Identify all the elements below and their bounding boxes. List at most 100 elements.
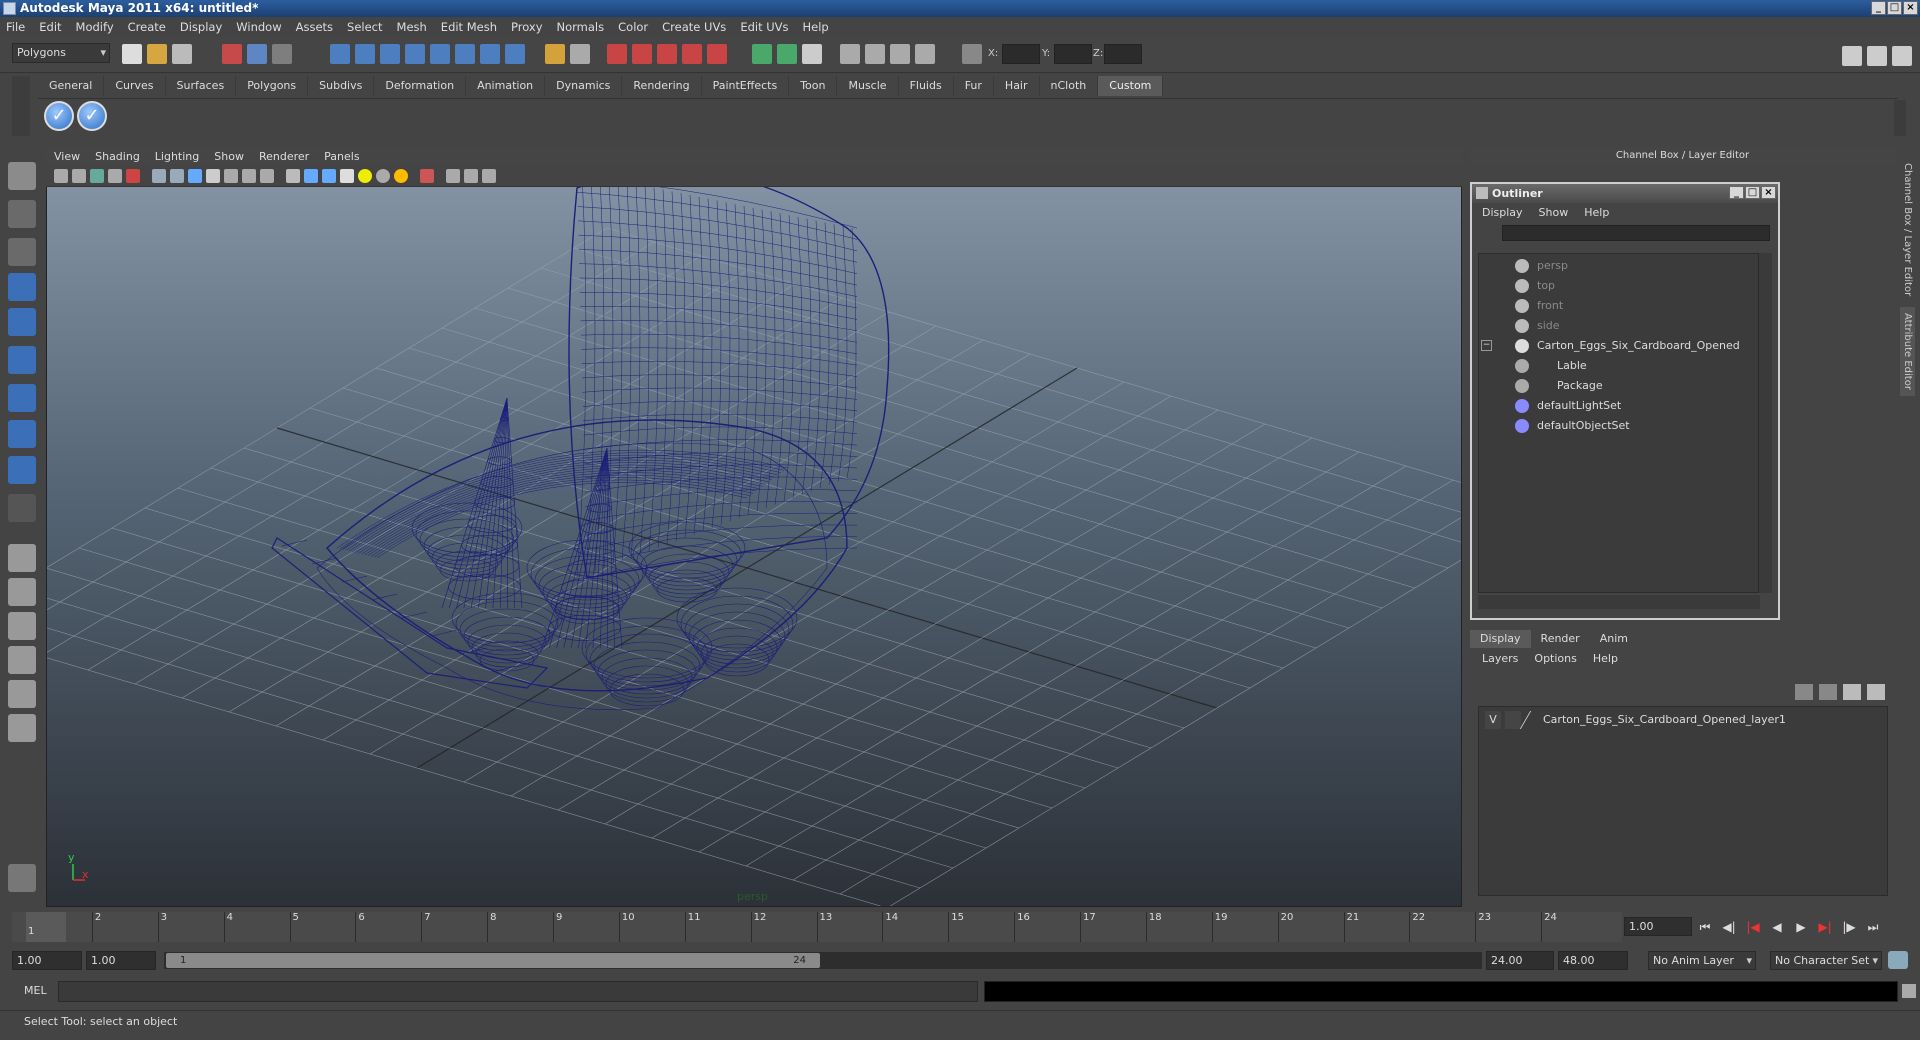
- time-slider[interactable]: 1 12345678910111213141516171819202122232…: [12, 912, 1622, 942]
- snap-grid-icon[interactable]: [330, 44, 350, 64]
- menu-display[interactable]: Display: [180, 20, 222, 34]
- shelf-tab-rendering[interactable]: Rendering: [622, 76, 702, 96]
- playback-end-field[interactable]: 24.00: [1486, 951, 1554, 970]
- rotate-tool-icon[interactable]: [8, 308, 36, 336]
- playback-start-field[interactable]: 1.00: [86, 951, 156, 970]
- hypershade-persp-layout-icon[interactable]: [8, 680, 36, 708]
- layer-menu-options[interactable]: Options: [1534, 652, 1576, 665]
- show-tool-settings-icon[interactable]: [1867, 46, 1887, 66]
- move-layer-down-icon[interactable]: [1819, 684, 1837, 700]
- isolate-select-icon[interactable]: [420, 169, 434, 183]
- graph-persp-layout-icon[interactable]: [8, 646, 36, 674]
- soft-mod-icon[interactable]: [8, 420, 36, 448]
- history-icon[interactable]: [480, 44, 500, 64]
- select-component-icon[interactable]: [272, 44, 292, 64]
- outliner-item[interactable]: top: [1479, 276, 1749, 296]
- layer-menu-help[interactable]: Help: [1593, 652, 1618, 665]
- shelf-tab-fur[interactable]: Fur: [954, 76, 994, 96]
- menu-mesh[interactable]: Mesh: [397, 20, 427, 34]
- y-coord-field[interactable]: [1054, 44, 1092, 64]
- hypershade-icon[interactable]: [682, 44, 702, 64]
- move-tool-icon[interactable]: [8, 273, 36, 301]
- layer-color-swatch[interactable]: [1519, 711, 1543, 729]
- absolute-transform-icon[interactable]: [962, 44, 982, 64]
- camera-attributes-icon[interactable]: [72, 169, 86, 183]
- menu-help[interactable]: Help: [803, 20, 829, 34]
- layer-visibility-toggle[interactable]: V: [1485, 711, 1501, 729]
- shelf-tab-curves[interactable]: Curves: [104, 76, 166, 96]
- use-default-light-icon[interactable]: [358, 169, 372, 183]
- bookmark-icon[interactable]: [90, 169, 104, 183]
- render-view-icon[interactable]: [707, 44, 727, 64]
- menu-proxy[interactable]: Proxy: [511, 20, 543, 34]
- script-editor-icon[interactable]: [1902, 984, 1916, 998]
- x-coord-field[interactable]: [1002, 44, 1040, 64]
- range-slider-track[interactable]: 1 24: [164, 952, 1482, 969]
- panel-menu-lighting[interactable]: Lighting: [155, 150, 199, 163]
- shelf-menu-handle[interactable]: [12, 76, 30, 136]
- attribute-editor-side-tab[interactable]: Attribute Editor: [1900, 307, 1915, 396]
- go-to-end-icon[interactable]: ⏭: [1864, 918, 1882, 936]
- outliner-vertical-scrollbar[interactable]: [1758, 253, 1772, 593]
- outliner-menu-display[interactable]: Display: [1482, 206, 1523, 219]
- xray-joints-icon[interactable]: [464, 169, 478, 183]
- close-button[interactable]: ×: [1903, 1, 1918, 15]
- menu-edit-uvs[interactable]: Edit UVs: [740, 20, 788, 34]
- outliner-filter-input[interactable]: [1502, 225, 1770, 241]
- textured-icon[interactable]: [340, 169, 354, 183]
- shelf-tab-hair[interactable]: Hair: [994, 76, 1040, 96]
- new-scene-icon[interactable]: [122, 44, 142, 64]
- snap-plane-icon[interactable]: [405, 44, 425, 64]
- outliner-item[interactable]: Lable: [1479, 356, 1749, 376]
- outliner-item[interactable]: defaultLightSet: [1479, 396, 1749, 416]
- select-tool-icon[interactable]: [8, 162, 36, 190]
- grease-pencil-icon[interactable]: [126, 169, 140, 183]
- animation-start-field[interactable]: 1.00: [12, 951, 82, 970]
- input-line-icon[interactable]: [752, 44, 772, 64]
- outliner-maximize-button[interactable]: □: [1745, 186, 1760, 199]
- shelf-tab-deformation[interactable]: Deformation: [374, 76, 467, 96]
- menu-modify[interactable]: Modify: [76, 20, 114, 34]
- show-attribute-editor-icon[interactable]: [1842, 46, 1862, 66]
- command-input[interactable]: [58, 981, 978, 1002]
- step-forward-frame-icon[interactable]: ▶|: [1816, 918, 1834, 936]
- panel-menu-show[interactable]: Show: [214, 150, 244, 163]
- snap-point-icon[interactable]: [380, 44, 400, 64]
- current-time-field[interactable]: 1.00: [1624, 917, 1692, 936]
- toggle-panel-icon[interactable]: [840, 44, 860, 64]
- shelf-tab-fluids[interactable]: Fluids: [899, 76, 954, 96]
- shelf-tab-custom[interactable]: Custom: [1098, 76, 1164, 96]
- select-object-icon[interactable]: [247, 44, 267, 64]
- high-quality-icon[interactable]: [394, 169, 408, 183]
- paint-select-icon[interactable]: [8, 238, 36, 266]
- layer-type-toggle[interactable]: [1505, 711, 1521, 729]
- snap-curve-icon[interactable]: [355, 44, 375, 64]
- field-chart-icon[interactable]: [224, 169, 238, 183]
- toggle-tools-icon[interactable]: [890, 44, 910, 64]
- menu-assets[interactable]: Assets: [296, 20, 333, 34]
- selection-mode-icon[interactable]: [777, 44, 797, 64]
- backface-culling-icon[interactable]: [482, 169, 496, 183]
- show-manipulator-icon[interactable]: [8, 456, 36, 484]
- four-view-layout-icon[interactable]: [8, 578, 36, 606]
- help-icon[interactable]: [505, 44, 525, 64]
- outliner-graph-layout-icon[interactable]: [8, 714, 36, 742]
- shelf-tab-general[interactable]: General: [38, 76, 105, 96]
- anim-layer-selector[interactable]: No Anim Layer: [1648, 951, 1756, 970]
- panel-layout-icon[interactable]: [802, 44, 822, 64]
- render-frame-icon[interactable]: [607, 44, 627, 64]
- menu-set-selector[interactable]: Polygons: [12, 43, 110, 63]
- outliner-menu-show[interactable]: Show: [1539, 206, 1569, 219]
- grid-toggle-icon[interactable]: [152, 169, 166, 183]
- outliner-item[interactable]: defaultObjectSet: [1479, 416, 1749, 436]
- outliner-horizontal-scrollbar[interactable]: [1478, 595, 1760, 609]
- wireframe-on-shaded-icon[interactable]: [322, 169, 336, 183]
- outliner-close-button[interactable]: ×: [1761, 186, 1776, 199]
- play-forward-icon[interactable]: ▶: [1792, 918, 1810, 936]
- move-layer-up-icon[interactable]: [1795, 684, 1813, 700]
- range-slider-handle[interactable]: 1 24: [166, 953, 820, 968]
- menu-edit[interactable]: Edit: [39, 20, 61, 34]
- outliner-menu-help[interactable]: Help: [1584, 206, 1609, 219]
- outliner-minimize-button[interactable]: _: [1729, 186, 1744, 199]
- menu-select[interactable]: Select: [347, 20, 382, 34]
